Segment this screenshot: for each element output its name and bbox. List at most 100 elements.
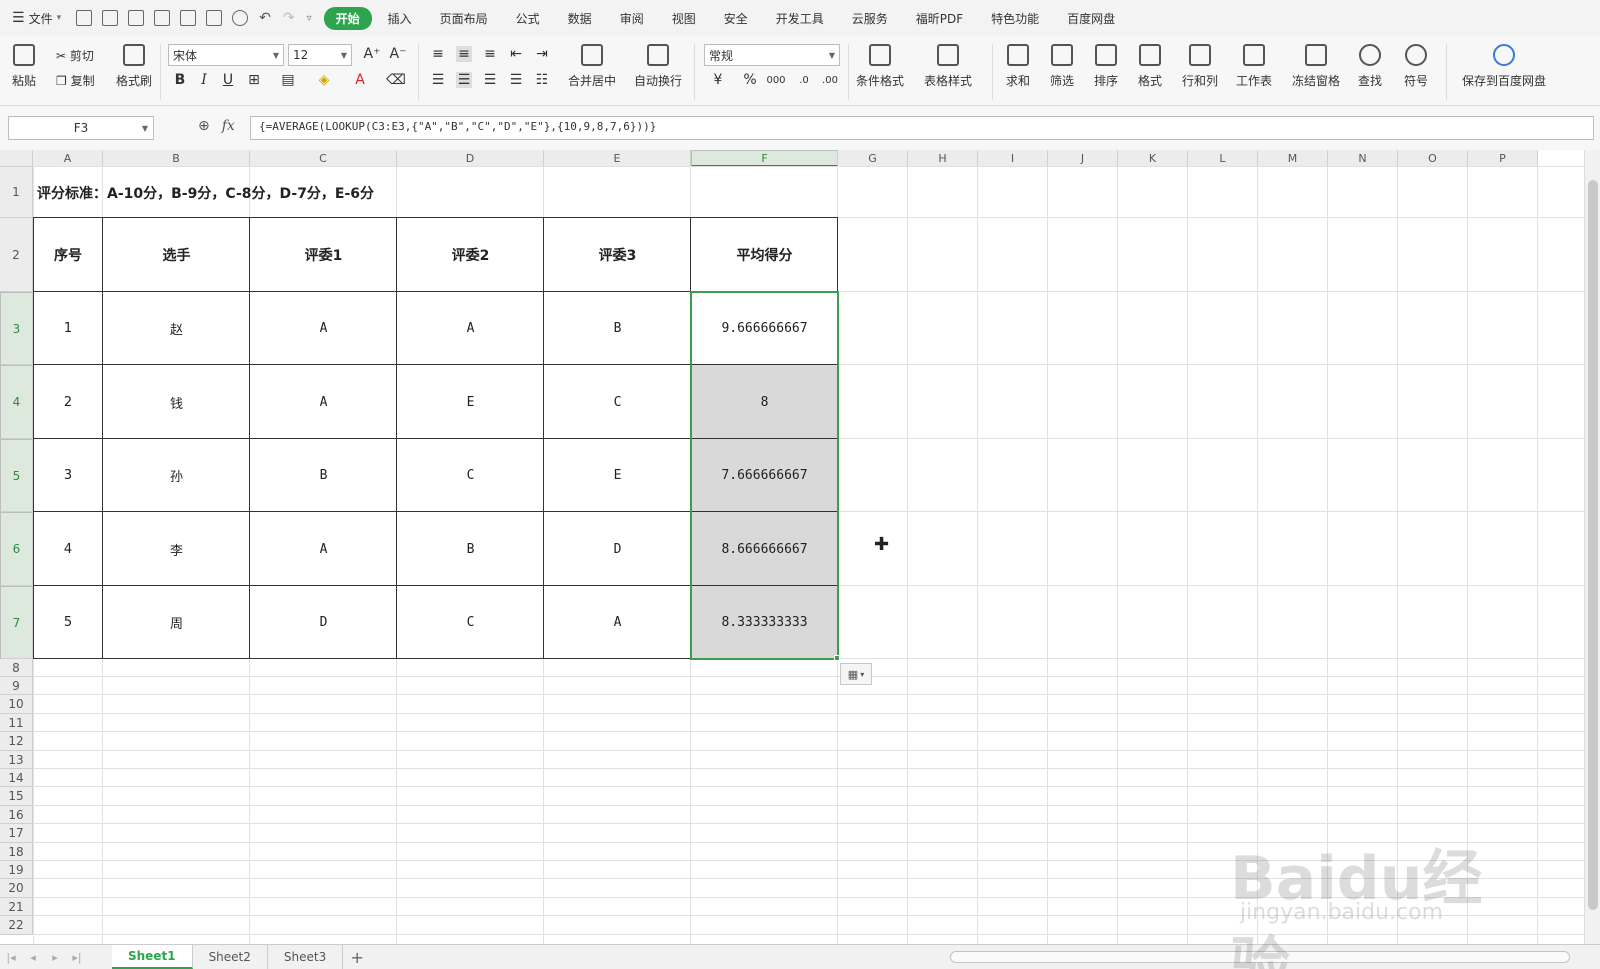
table-cell[interactable]: B — [250, 439, 397, 512]
conditional-format-button[interactable]: 条件格式 — [856, 44, 904, 89]
vertical-scrollbar[interactable] — [1584, 150, 1600, 944]
table-cell[interactable]: A — [250, 512, 397, 586]
table-cell[interactable]: B — [544, 292, 691, 365]
table-cell[interactable]: D — [544, 512, 691, 586]
row-header-10[interactable]: 10 — [0, 695, 33, 714]
column-header-j[interactable]: J — [1048, 150, 1118, 167]
tab-security[interactable]: 安全 — [712, 7, 760, 30]
sum-button[interactable]: 求和 — [1006, 44, 1030, 89]
align-center-icon[interactable]: ☰ — [456, 72, 472, 88]
tab-formulas[interactable]: 公式 — [504, 7, 552, 30]
tab-page-layout[interactable]: 页面布局 — [428, 7, 500, 30]
customize-chevron-icon[interactable]: ▿ — [307, 13, 312, 24]
merge-center-button[interactable]: 合并居中 — [568, 44, 616, 89]
table-cell[interactable]: A — [250, 365, 397, 439]
sheet-tab-sheet1[interactable]: Sheet1 — [112, 945, 193, 969]
column-header-g[interactable]: G — [838, 150, 908, 167]
table-cell[interactable]: 李 — [103, 512, 250, 586]
sheet-tab-sheet3[interactable]: Sheet3 — [268, 945, 344, 969]
column-header-p[interactable]: P — [1468, 150, 1538, 167]
name-box[interactable]: F3 ▼ — [8, 116, 154, 140]
column-header-n[interactable]: N — [1328, 150, 1398, 167]
tab-data[interactable]: 数据 — [556, 7, 604, 30]
row-header-4[interactable]: 4 — [0, 365, 33, 439]
decrease-font-icon[interactable]: A⁻ — [390, 46, 407, 62]
align-bottom-icon[interactable]: ≡ — [482, 46, 498, 62]
justify-icon[interactable]: ☰ — [508, 72, 524, 88]
tab-cloud[interactable]: 云服务 — [840, 7, 900, 30]
table-cell[interactable]: 8.333333333 — [691, 586, 838, 659]
table-cell[interactable]: 9.666666667 — [691, 292, 838, 365]
tab-foxit-pdf[interactable]: 福昕PDF — [904, 7, 975, 30]
cell-style-icon[interactable]: ▤ — [280, 72, 296, 88]
table-cell[interactable]: 3 — [33, 439, 103, 512]
table-cell[interactable]: B — [397, 512, 544, 586]
increase-font-icon[interactable]: A⁺ — [364, 46, 381, 62]
print-preview-icon[interactable] — [206, 10, 223, 26]
currency-icon[interactable]: ¥ — [710, 72, 726, 88]
table-cell[interactable]: D — [250, 586, 397, 659]
font-color-icon[interactable]: A — [352, 72, 368, 88]
table-cell[interactable]: 钱 — [103, 365, 250, 439]
table-cell[interactable]: 4 — [33, 512, 103, 586]
number-format-select[interactable]: 常规 ▼ — [704, 44, 840, 66]
filter-button[interactable]: 筛选 — [1050, 44, 1074, 89]
thousands-icon[interactable]: 000 — [766, 72, 785, 88]
open-folder-icon[interactable] — [102, 10, 119, 26]
cut-button[interactable]: ✂ 剪切 — [56, 47, 94, 64]
paste-button[interactable]: 粘贴 — [12, 44, 36, 89]
tab-review[interactable]: 审阅 — [608, 7, 656, 30]
table-cell[interactable]: 8.666666667 — [691, 512, 838, 586]
table-header-cell[interactable]: 评委3 — [544, 218, 691, 292]
table-cell[interactable]: 孙 — [103, 439, 250, 512]
row-header-14[interactable]: 14 — [0, 769, 33, 787]
row-col-button[interactable]: 行和列 — [1182, 44, 1218, 89]
table-cell[interactable]: A — [397, 292, 544, 365]
column-header-b[interactable]: B — [103, 150, 250, 167]
table-style-button[interactable]: 表格样式 — [924, 44, 972, 89]
tab-view[interactable]: 视图 — [660, 7, 708, 30]
underline-icon[interactable]: U — [220, 72, 236, 88]
row-header-9[interactable]: 9 — [0, 677, 33, 695]
column-header-c[interactable]: C — [250, 150, 397, 167]
column-header-l[interactable]: L — [1188, 150, 1258, 167]
table-cell[interactable]: 7.666666667 — [691, 439, 838, 512]
table-cell[interactable]: 5 — [33, 586, 103, 659]
column-header-m[interactable]: M — [1258, 150, 1328, 167]
column-header-e[interactable]: E — [544, 150, 691, 167]
find-button[interactable]: 查找 — [1358, 44, 1382, 89]
file-menu[interactable]: ☰ 文件 ▾ — [12, 10, 61, 27]
table-cell[interactable]: C — [397, 439, 544, 512]
table-header-cell[interactable]: 评委2 — [397, 218, 544, 292]
vertical-scroll-thumb[interactable] — [1588, 180, 1598, 910]
prev-sheet-icon[interactable]: ◂ — [22, 951, 44, 964]
next-sheet-icon[interactable]: ▸ — [44, 951, 66, 964]
row-header-2[interactable]: 2 — [0, 218, 33, 292]
eraser-icon[interactable]: ⌫ — [386, 72, 406, 88]
copy-button[interactable]: ❐ 复制 — [56, 72, 95, 89]
table-cell[interactable]: C — [544, 365, 691, 439]
undo-icon[interactable]: ↶ — [259, 10, 271, 26]
font-size-select[interactable]: 12 ▼ — [288, 44, 352, 66]
row-header-8[interactable]: 8 — [0, 659, 33, 677]
redo-icon[interactable]: ↷ — [283, 10, 295, 26]
first-sheet-icon[interactable]: |◂ — [0, 951, 22, 964]
row-header-20[interactable]: 20 — [0, 879, 33, 898]
preview-icon[interactable] — [232, 10, 249, 26]
fill-color-icon[interactable]: ◈ — [316, 72, 332, 88]
row-header-19[interactable]: 19 — [0, 861, 33, 879]
last-sheet-icon[interactable]: ▸| — [66, 951, 88, 964]
table-header-cell[interactable]: 序号 — [33, 218, 103, 292]
table-cell[interactable]: C — [397, 586, 544, 659]
sort-button[interactable]: 排序 — [1094, 44, 1118, 89]
increase-decimal-icon[interactable]: .0 — [796, 72, 812, 88]
table-cell[interactable]: A — [250, 292, 397, 365]
column-header-o[interactable]: O — [1398, 150, 1468, 167]
column-header-d[interactable]: D — [397, 150, 544, 167]
formula-input[interactable]: {=AVERAGE(LOOKUP(C3:E3,{"A","B","C","D",… — [250, 116, 1594, 140]
column-header-f[interactable]: F — [691, 150, 838, 167]
indent-decrease-icon[interactable]: ⇤ — [508, 46, 524, 62]
table-cell[interactable]: E — [397, 365, 544, 439]
horizontal-scrollbar[interactable] — [950, 951, 1570, 963]
align-middle-icon[interactable]: ≡ — [456, 46, 472, 62]
